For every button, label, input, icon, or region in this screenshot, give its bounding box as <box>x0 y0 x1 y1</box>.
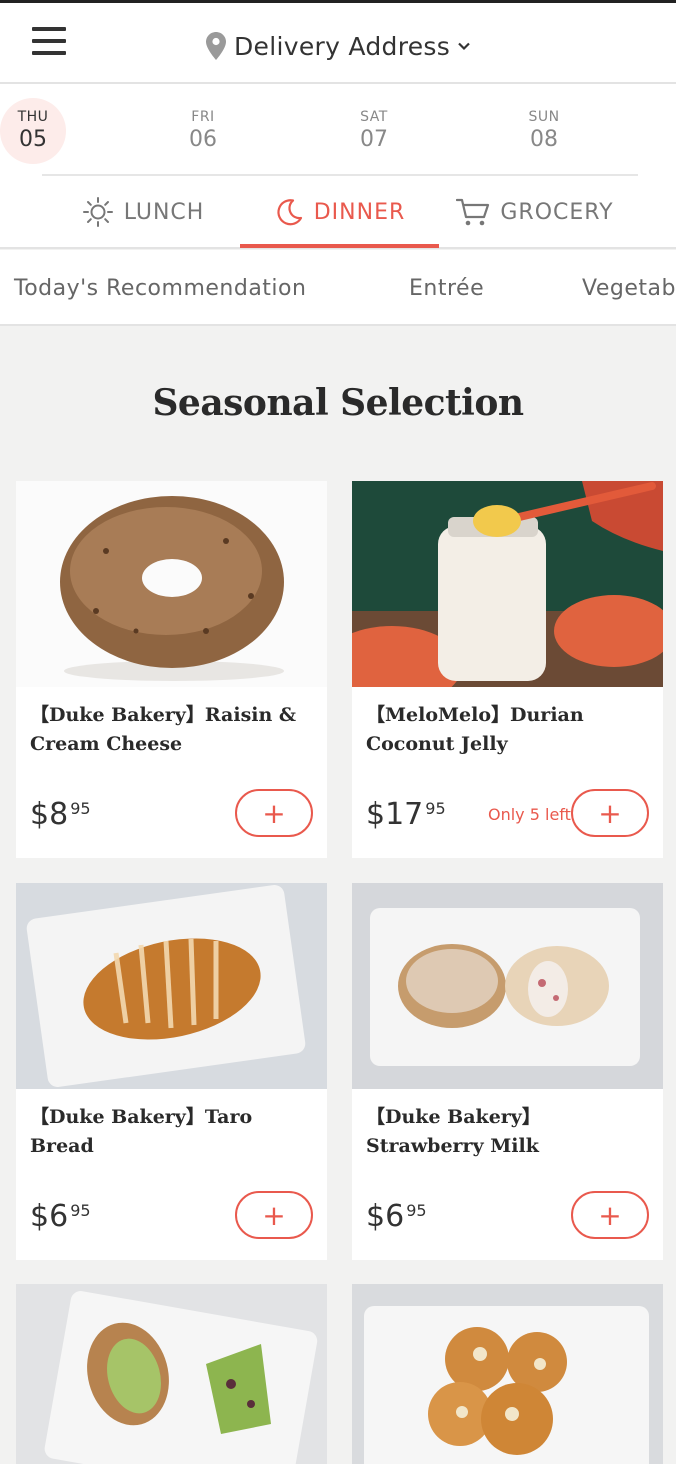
day-weekday: THU <box>17 109 49 125</box>
matcha-bread-image <box>16 1284 327 1464</box>
location-pin-icon <box>206 32 226 60</box>
day-selector: THU 05 FRI 06 SAT 07 SUN 08 <box>0 84 676 176</box>
price-dollars: $8 <box>30 797 69 832</box>
durian-jelly-jar-image <box>352 481 663 687</box>
day-date: 06 <box>189 127 217 152</box>
taro-bread-image <box>16 883 327 1089</box>
day-fri[interactable]: FRI 06 <box>170 98 236 164</box>
product-card[interactable] <box>16 1284 327 1464</box>
price-cents: 95 <box>425 799 446 818</box>
tab-label: LUNCH <box>123 199 205 225</box>
product-price: $6 95 <box>366 1199 427 1234</box>
product-card[interactable]: 【MeloMelo】Durian Coconut Jelly $17 95 Onl… <box>352 481 663 858</box>
tab-label: GROCERY <box>500 199 614 225</box>
day-thu[interactable]: THU 05 <box>0 98 66 164</box>
cart-icon <box>456 198 490 226</box>
price-dollars: $6 <box>30 1199 69 1234</box>
tab-grocery[interactable]: GROCERY <box>440 176 630 248</box>
product-name: 【MeloMelo】Durian Coconut Jelly <box>366 704 584 755</box>
day-date: 07 <box>360 127 388 152</box>
sun-icon <box>82 197 113 227</box>
day-weekday: FRI <box>191 109 215 125</box>
product-name: 【Duke Bakery】Strawberry Milk <box>366 1106 541 1157</box>
product-name: 【Duke Bakery】Raisin & Cream Cheese <box>30 704 297 755</box>
price-cents: 95 <box>70 799 91 818</box>
price-cents: 95 <box>70 1201 91 1220</box>
product-name: 【Duke Bakery】Taro Bread <box>30 1106 253 1157</box>
delivery-address-selector[interactable]: Delivery Address <box>206 29 470 63</box>
product-card[interactable]: 【Duke Bakery】Strawberry Milk $6 95 + <box>352 883 663 1260</box>
day-weekday: SUN <box>528 109 560 125</box>
category-tab-entree[interactable]: Entrée <box>409 276 484 301</box>
price-dollars: $6 <box>366 1199 405 1234</box>
product-price: $6 95 <box>30 1199 91 1234</box>
add-to-cart-button[interactable]: + <box>571 1191 649 1239</box>
tab-dinner[interactable]: DINNER <box>240 176 439 248</box>
category-tab-vegetable[interactable]: Vegetab <box>582 276 676 301</box>
product-card[interactable]: 【Duke Bakery】Raisin & Cream Cheese $8 95 … <box>16 481 327 858</box>
day-sat[interactable]: SAT 07 <box>341 98 407 164</box>
price-dollars: $17 <box>366 797 424 832</box>
product-card[interactable] <box>352 1284 663 1464</box>
product-price: $17 95 <box>366 797 446 832</box>
day-date: 05 <box>19 127 47 152</box>
cheese-bun-image <box>352 1284 663 1464</box>
tab-lunch[interactable]: LUNCH <box>48 176 238 248</box>
add-to-cart-button[interactable]: + <box>235 1191 313 1239</box>
product-price: $8 95 <box>30 797 91 832</box>
hamburger-menu-icon[interactable] <box>32 27 66 61</box>
meal-tabs: LUNCH DINNER GROCERY <box>0 176 676 249</box>
section-title: Seasonal Selection <box>152 382 524 424</box>
raisin-bagel-image <box>16 481 327 687</box>
price-cents: 95 <box>406 1201 427 1220</box>
add-to-cart-button[interactable]: + <box>571 789 649 837</box>
category-tab-recommendation[interactable]: Today's Recommendation <box>14 276 306 301</box>
tab-label: DINNER <box>313 199 406 225</box>
day-sun[interactable]: SUN 08 <box>511 98 577 164</box>
stock-warning: Only 5 left <box>488 805 571 824</box>
add-to-cart-button[interactable]: + <box>235 789 313 837</box>
product-card[interactable]: 【Duke Bakery】Taro Bread $6 95 + <box>16 883 327 1260</box>
day-date: 08 <box>530 127 558 152</box>
delivery-address-label: Delivery Address <box>234 31 451 61</box>
top-bar: Delivery Address <box>0 0 676 84</box>
day-weekday: SAT <box>360 109 388 125</box>
moon-icon <box>277 199 302 226</box>
chevron-down-icon <box>458 42 470 51</box>
category-tabs: Today's Recommendation Entrée Vegetab <box>0 250 676 326</box>
strawberry-milk-bread-image <box>352 883 663 1089</box>
